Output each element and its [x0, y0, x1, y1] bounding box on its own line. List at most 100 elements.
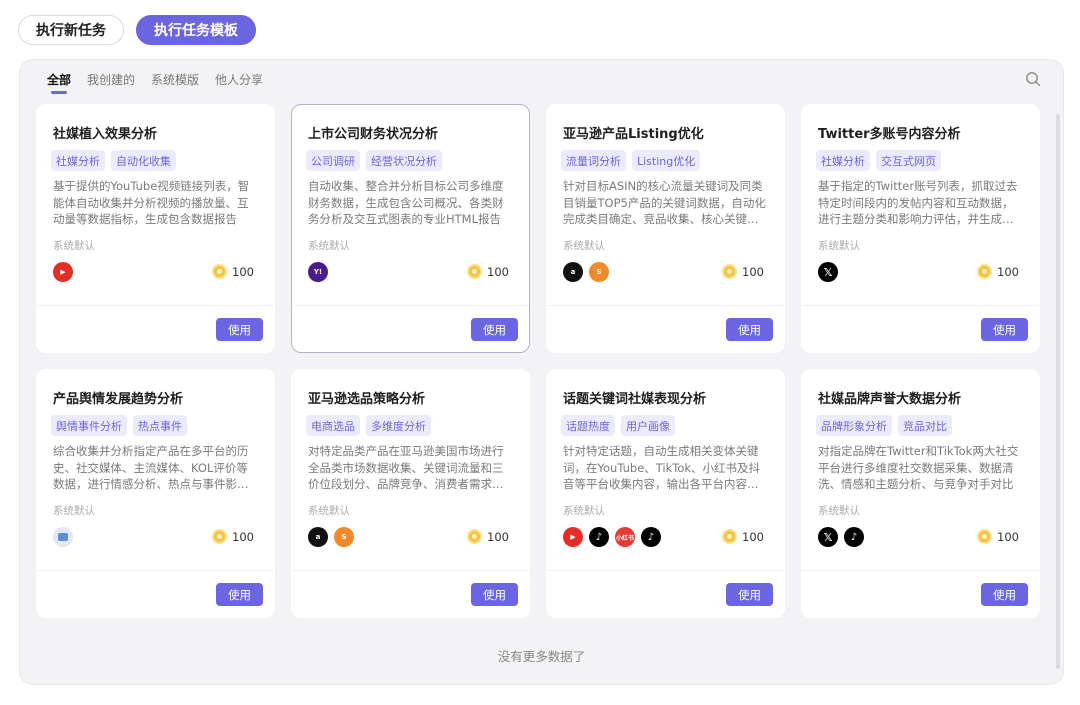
use-button[interactable]: 使用	[981, 583, 1028, 606]
tag: 社媒分析	[816, 150, 870, 171]
platform-glyph: Y!	[313, 268, 323, 276]
tag-list: 舆情事件分析 热点事件	[51, 415, 187, 436]
platform-glyph: a	[570, 268, 576, 276]
use-button[interactable]: 使用	[471, 318, 518, 341]
tag-list: 话题热度 用户画像	[561, 415, 675, 436]
points-value: 100	[997, 529, 1019, 544]
template-card[interactable]: 产品舆情发展趋势分析 舆情事件分析 热点事件 综合收集并分析指定产品在多平台的历史…	[36, 369, 275, 618]
tag: 竞品对比	[898, 415, 952, 436]
tiktok-icon: ♪	[589, 527, 609, 547]
platform-glyph: a	[315, 533, 321, 541]
tag: 电商选品	[306, 415, 360, 436]
xiaohongshu-icon: 小红书	[615, 527, 635, 547]
task-template-tab[interactable]: 执行任务模板	[136, 15, 256, 45]
divider	[547, 305, 784, 306]
use-button[interactable]: 使用	[471, 583, 518, 606]
filter-shared[interactable]: 他人分享	[215, 71, 263, 94]
tag-list: 社媒分析 交互式网页	[816, 150, 941, 171]
divider	[802, 570, 1039, 571]
use-button[interactable]: 使用	[726, 583, 773, 606]
platform-icons: 𝕏 ♪	[818, 527, 864, 547]
platform-icons	[53, 527, 73, 547]
filter-mine[interactable]: 我创建的	[87, 71, 135, 94]
template-card[interactable]: 社媒植入效果分析 社媒分析 自动化收集 基于提供的YouTube视频链接列表，智能…	[36, 104, 275, 353]
scrollbar[interactable]	[1056, 114, 1060, 669]
platform-glyph: S	[596, 268, 602, 276]
sorftime-icon: S	[334, 527, 354, 547]
platform-glyph: ▶	[60, 268, 66, 276]
template-grid: 社媒植入效果分析 社媒分析 自动化收集 基于提供的YouTube视频链接列表，智能…	[36, 104, 1040, 618]
filter-system[interactable]: 系统模版	[151, 71, 199, 94]
card-description: 基于提供的YouTube视频链接列表，智能体自动收集并分析视频的播放量、互动量等…	[53, 179, 250, 226]
card-source: 系统默认	[818, 240, 860, 252]
use-button[interactable]: 使用	[981, 318, 1028, 341]
tiktok-icon: ♪	[641, 527, 661, 547]
tag: 自动化收集	[111, 150, 176, 171]
use-button[interactable]: 使用	[216, 583, 263, 606]
tag: 经营状况分析	[366, 150, 442, 171]
card-title: 社媒品牌声誉大数据分析	[818, 392, 962, 407]
tiktok-icon: ♪	[844, 527, 864, 547]
coin-icon	[212, 264, 228, 279]
coin-icon	[977, 264, 993, 279]
points: 100	[467, 529, 509, 544]
card-description: 自动收集、整合并分析目标公司多维度财务数据，生成包含公司概况、各类财务分析及交互…	[308, 179, 504, 226]
points: 100	[722, 529, 764, 544]
tag: 热点事件	[133, 415, 187, 436]
use-button[interactable]: 使用	[216, 318, 263, 341]
platform-glyph: ♪	[647, 531, 655, 543]
template-card[interactable]: 亚马逊选品策略分析 电商选品 多维度分析 对特定品类产品在亚马逊美国市场进行全品类…	[291, 369, 530, 618]
template-card[interactable]: 话题关键词社媒表现分析 话题热度 用户画像 针对特定话题，自动生成相关变体关键词，…	[546, 369, 785, 618]
template-panel: 全部 我创建的 系统模版 他人分享 社媒植入效果分析 社媒分析 自动化收集 基于提…	[19, 59, 1064, 685]
points-value: 100	[232, 529, 254, 544]
card-title: 话题关键词社媒表现分析	[563, 392, 707, 407]
platform-icons: ▶	[53, 262, 73, 282]
card-title: 社媒植入效果分析	[53, 127, 158, 142]
use-button[interactable]: 使用	[726, 318, 773, 341]
tag: 品牌形象分析	[816, 415, 892, 436]
divider	[37, 305, 274, 306]
tag: 话题热度	[561, 415, 615, 436]
template-card[interactable]: 社媒品牌声誉大数据分析 品牌形象分析 竞品对比 对指定品牌在Twitter和Tik…	[801, 369, 1040, 618]
template-card[interactable]: 上市公司财务状况分析 公司调研 经营状况分析 自动收集、整合并分析目标公司多维度财…	[291, 104, 530, 353]
tag: Listing优化	[632, 150, 701, 171]
points-value: 100	[487, 264, 509, 279]
card-description: 综合收集并分析指定产品在多平台的历史、社交媒体、主流媒体、KOL评价等数据，进行…	[53, 444, 249, 491]
points: 100	[722, 264, 764, 279]
platform-icons: ▶ ♪ 小红书 ♪	[563, 527, 661, 547]
template-card[interactable]: 亚马逊产品Listing优化 流量词分析 Listing优化 针对目标ASIN的核…	[546, 104, 785, 353]
card-title: 上市公司财务状况分析	[308, 127, 439, 142]
no-more-text: 没有更多数据了	[497, 649, 586, 664]
tag: 舆情事件分析	[51, 415, 127, 436]
platform-glyph: ♪	[595, 531, 603, 543]
points-value: 100	[997, 264, 1019, 279]
filter-tabs: 全部 我创建的 系统模版 他人分享	[47, 71, 263, 94]
top-tabs: 执行新任务 执行任务模板	[18, 15, 256, 45]
points: 100	[212, 529, 254, 544]
search-icon[interactable]	[1025, 71, 1041, 87]
youtube-icon: ▶	[53, 262, 73, 282]
tag: 流量词分析	[561, 150, 626, 171]
points: 100	[977, 264, 1019, 279]
card-description: 针对特定话题，自动生成相关变体关键词，在YouTube、TikTok、小红书及抖…	[563, 444, 761, 491]
card-title: Twitter多账号内容分析	[818, 127, 961, 142]
tag: 多维度分析	[366, 415, 431, 436]
new-task-tab[interactable]: 执行新任务	[18, 15, 124, 45]
coin-icon	[467, 264, 483, 279]
platform-glyph: ♪	[850, 531, 858, 543]
card-source: 系统默认	[53, 505, 95, 517]
coin-icon	[467, 529, 483, 544]
filter-all[interactable]: 全部	[47, 71, 71, 94]
template-card[interactable]: Twitter多账号内容分析 社媒分析 交互式网页 基于指定的Twitter账号列…	[801, 104, 1040, 353]
divider	[292, 305, 529, 306]
platform-icons: Y!	[308, 262, 328, 282]
tag: 交互式网页	[876, 150, 941, 171]
card-description: 基于指定的Twitter账号列表，抓取过去特定时间段内的发帖内容和互动数据，进行…	[818, 179, 1018, 226]
tag: 用户画像	[621, 415, 675, 436]
points: 100	[467, 264, 509, 279]
divider	[37, 570, 274, 571]
sorftime-icon: S	[589, 262, 609, 282]
x-icon: 𝕏	[818, 527, 838, 547]
coin-icon	[722, 264, 738, 279]
points: 100	[212, 264, 254, 279]
